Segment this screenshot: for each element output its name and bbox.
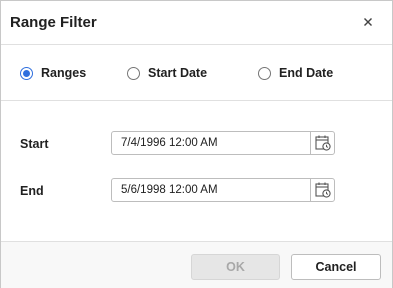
range-filter-dialog: Range Filter Ranges Start Date End Date … — [0, 0, 393, 288]
radio-start-date[interactable]: Start Date — [127, 65, 207, 81]
radio-label-start-date: Start Date — [148, 66, 208, 80]
radio-button-start-date[interactable] — [127, 66, 140, 80]
start-date-field[interactable]: 7/4/1996 12:00 AM — [111, 131, 335, 155]
start-label: Start — [20, 137, 49, 151]
start-calendar-button[interactable] — [310, 132, 334, 154]
close-icon — [364, 18, 372, 26]
end-calendar-button[interactable] — [310, 179, 334, 201]
end-date-field[interactable]: 5/6/1998 12:00 AM — [111, 178, 335, 202]
radio-end-date[interactable]: End Date — [258, 65, 333, 81]
end-date-value[interactable]: 5/6/1998 12:00 AM — [121, 184, 218, 196]
dialog-footer: OK Cancel — [1, 241, 392, 288]
radio-ranges[interactable]: Ranges — [20, 65, 86, 81]
radio-button-end-date[interactable] — [258, 66, 271, 80]
ok-button[interactable]: OK — [191, 254, 280, 280]
radio-label-ranges: Ranges — [41, 66, 87, 80]
radio-label-end-date: End Date — [279, 66, 334, 80]
range-type-radio-group: Ranges Start Date End Date — [1, 45, 392, 101]
dialog-header: Range Filter — [1, 1, 392, 45]
calendar-icon — [314, 182, 331, 198]
cancel-button[interactable]: Cancel — [291, 254, 381, 280]
start-date-value[interactable]: 7/4/1996 12:00 AM — [121, 137, 218, 149]
calendar-icon — [314, 135, 331, 151]
radio-button-ranges[interactable] — [20, 66, 33, 80]
end-label: End — [20, 184, 44, 198]
close-button[interactable] — [359, 13, 377, 31]
dialog-title: Range Filter — [10, 14, 97, 31]
